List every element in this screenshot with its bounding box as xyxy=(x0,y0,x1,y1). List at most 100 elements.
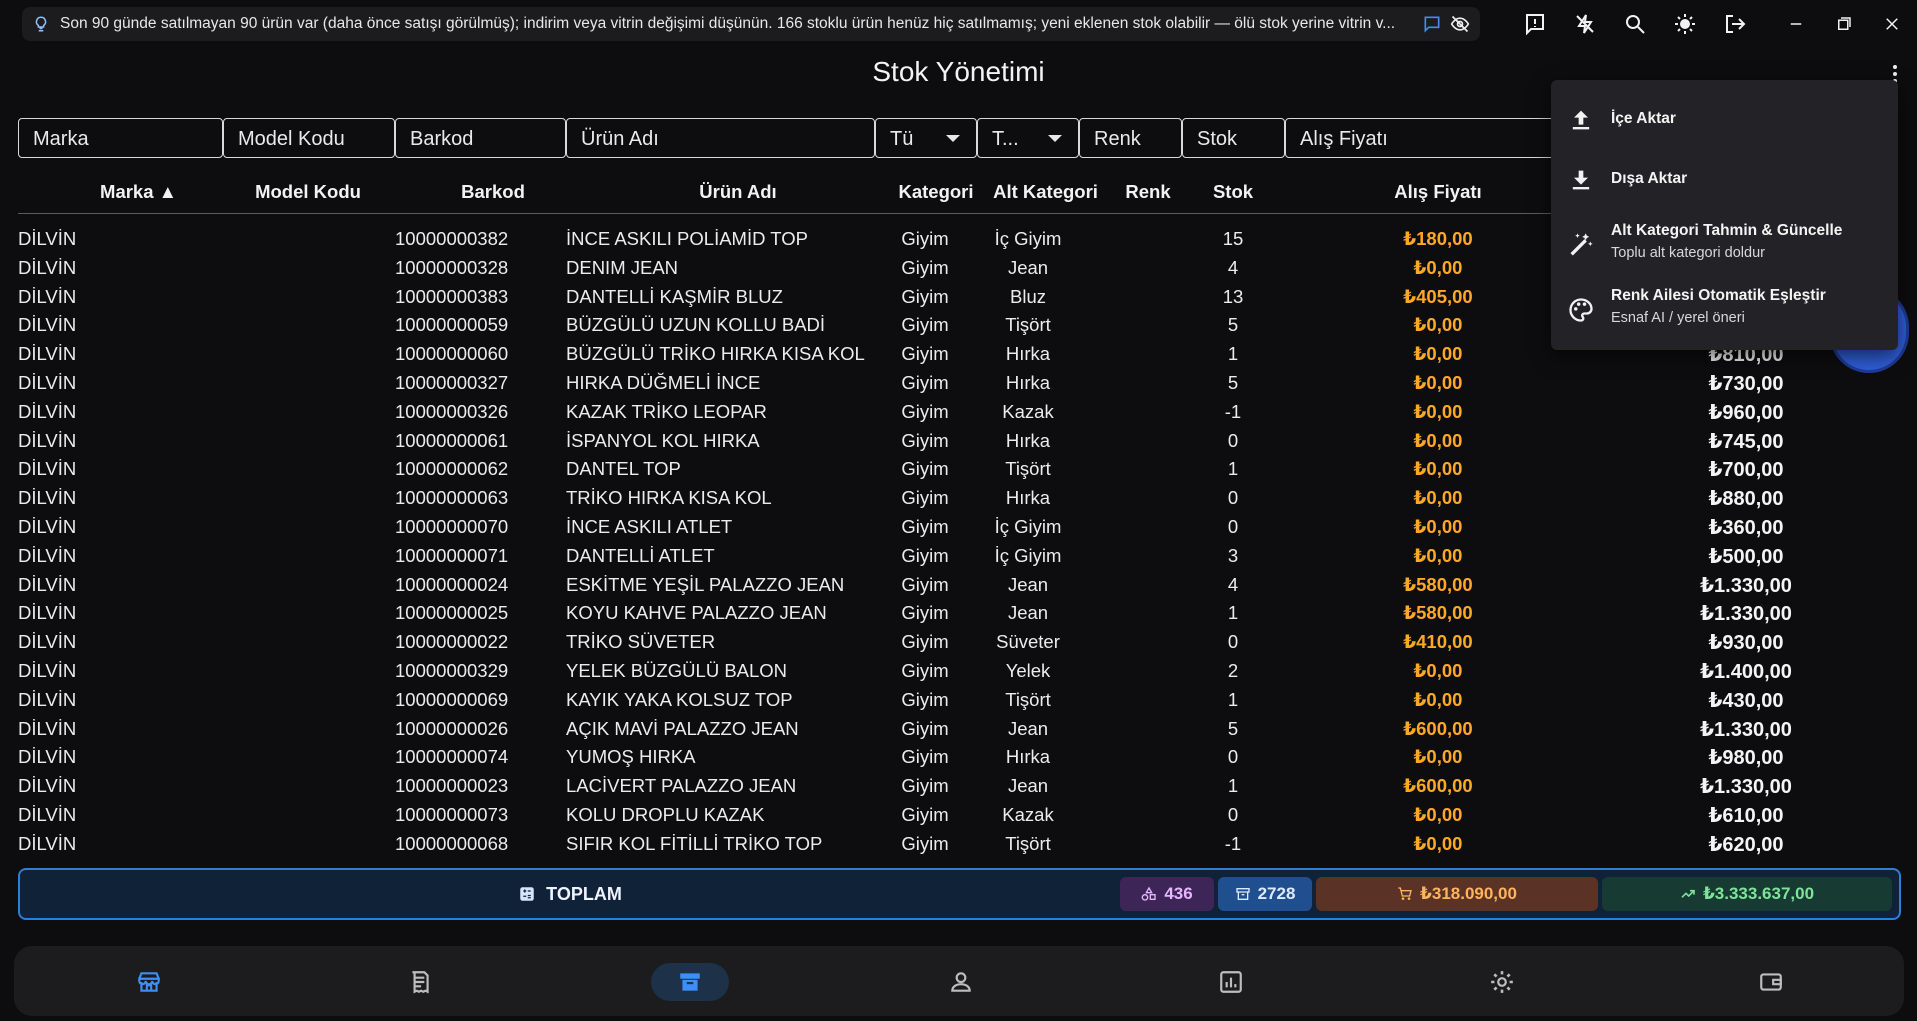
cell-barkod: 10000000068 xyxy=(395,832,509,854)
cell-marka: DİLVİN xyxy=(18,660,77,681)
top-bar: Son 90 günde satılmayan 90 ürün var (dah… xyxy=(0,0,1917,48)
col-header-model-kodu[interactable]: Model Kodu xyxy=(228,181,388,203)
cell-alt-kategori: Yelek xyxy=(1005,660,1051,681)
cell-urun-adi: DANTELLİ ATLET xyxy=(566,544,715,566)
minimize-button[interactable] xyxy=(1772,10,1820,38)
table-row[interactable]: DİLVİN 10000000026 AÇIK MAVİ PALAZZO JEAN G… xyxy=(0,715,1917,744)
table-row[interactable]: DİLVİN 10000000326 KAZAK TRİKO LEOPAR Giyim… xyxy=(0,398,1917,427)
menu-item-import[interactable]: İçe Aktar xyxy=(1551,100,1898,140)
flash-off-button[interactable] xyxy=(1560,10,1610,38)
archive-icon xyxy=(680,973,700,991)
col-header-barkod[interactable]: Barkod xyxy=(408,181,578,203)
table-row[interactable]: DİLVİN 10000000071 DANTELLİ ATLET Giyim İç G… xyxy=(0,542,1917,571)
cell-marka: DİLVİN xyxy=(18,804,77,825)
col-header-stok[interactable]: Stok xyxy=(1183,181,1283,203)
menu-item-export[interactable]: Dışa Aktar xyxy=(1551,160,1898,200)
filter-marka[interactable]: Marka xyxy=(18,118,223,158)
table-row[interactable]: DİLVİN 10000000063 TRİKO HIRKA KISA KOL Giy… xyxy=(0,484,1917,513)
feedback-button[interactable] xyxy=(1510,10,1560,38)
cell-stok: 15 xyxy=(1222,228,1244,249)
nav-store[interactable] xyxy=(110,963,188,1001)
table-row[interactable]: DİLVİN 10000000023 LACİVERT PALAZZO JEAN Gi… xyxy=(0,772,1917,801)
nav-wallet[interactable] xyxy=(1732,963,1810,1001)
cell-urun-adi: SIFIR KOL FİTİLLİ TRİKO TOP xyxy=(566,832,823,854)
table-row[interactable]: DİLVİN 10000000025 KOYU KAHVE PALAZZO JEAN… xyxy=(0,599,1917,628)
filter-barkod[interactable]: Barkod xyxy=(395,118,566,158)
cell-alis-fiyati: ₺580,00 xyxy=(1403,602,1473,624)
cell-alis-fiyati: ₺0,00 xyxy=(1413,487,1463,509)
nav-reports[interactable] xyxy=(1192,963,1270,1001)
col-header-kategori[interactable]: Kategori xyxy=(886,181,986,203)
nav-receipts[interactable] xyxy=(381,963,459,1001)
cell-marka: DİLVİN xyxy=(18,631,77,653)
table-row[interactable]: DİLVİN 10000000069 KAYIK YAKA KOLSUZ TOP Gi… xyxy=(0,686,1917,715)
cell-stok: 0 xyxy=(1227,804,1239,825)
col-header-urun-adi[interactable]: Ürün Adı xyxy=(568,181,908,203)
cell-barkod: 10000000022 xyxy=(395,631,509,653)
cell-satis-fiyati: ₺1.330,00 xyxy=(1700,718,1792,741)
table-row[interactable]: DİLVİN 10000000329 YELEK BÜZGÜLÜ BALON Giyi… xyxy=(0,657,1917,686)
logout-button[interactable] xyxy=(1710,10,1760,38)
theme-toggle-button[interactable] xyxy=(1660,10,1710,38)
menu-item-import-label: İçe Aktar xyxy=(1611,110,1676,127)
cell-barkod: 10000000026 xyxy=(395,717,509,739)
cell-kategori: Giyim xyxy=(901,746,949,768)
table-row[interactable]: DİLVİN 10000000062 DANTEL TOP Giyim Tişört 1 ₺… xyxy=(0,455,1917,484)
filter-alis-fiyati[interactable]: Alış Fiyatı xyxy=(1285,118,1557,158)
table-row[interactable]: DİLVİN 10000000061 İSPANYOL KOL HIRKA Giyim… xyxy=(0,427,1917,456)
filter-kategori-dropdown[interactable]: Tü xyxy=(875,118,977,158)
cell-urun-adi: KOLU DROPLU KAZAK xyxy=(566,804,765,825)
nav-stock[interactable] xyxy=(651,963,729,1001)
cell-satis-fiyati: ₺1.330,00 xyxy=(1700,603,1792,626)
minimize-icon xyxy=(1790,23,1802,25)
cell-marka: DİLVİN xyxy=(18,285,77,307)
comment-icon[interactable] xyxy=(1422,14,1442,34)
table-row[interactable]: DİLVİN 10000000327 HIRKA DÜĞMELİ İNCE Giyim… xyxy=(0,369,1917,398)
cell-barkod: 10000000327 xyxy=(395,372,509,393)
col-header-alis-fiyati[interactable]: Alış Fiyatı xyxy=(1338,181,1538,203)
cell-alis-fiyati: ₺405,00 xyxy=(1403,285,1473,307)
menu-item-subcategory-predict[interactable]: Alt Kategori Tahmin & Güncelle Toplu alt… xyxy=(1551,220,1898,270)
cell-stok: -1 xyxy=(1224,832,1242,854)
filter-model-kodu[interactable]: Model Kodu xyxy=(223,118,395,158)
nav-settings[interactable] xyxy=(1463,963,1541,1001)
cell-barkod: 10000000024 xyxy=(395,573,509,595)
cell-alt-kategori: Jean xyxy=(1007,256,1049,278)
cell-satis-fiyati: ₺980,00 xyxy=(1708,747,1784,770)
stock-count-value: 2728 xyxy=(1257,884,1296,903)
maximize-button[interactable] xyxy=(1820,10,1868,38)
tip-banner[interactable]: Son 90 günde satılmayan 90 ürün var (dah… xyxy=(22,7,1480,41)
table-row[interactable]: DİLVİN 10000000070 İNCE ASKILI ATLET Giyim İ… xyxy=(0,513,1917,542)
table-row[interactable]: DİLVİN 10000000073 KOLU DROPLU KAZAK Giyim K… xyxy=(0,801,1917,830)
close-button[interactable] xyxy=(1868,10,1916,38)
search-scan-button[interactable] xyxy=(1610,10,1660,38)
cell-marka: DİLVİN xyxy=(18,775,77,797)
filter-renk[interactable]: Renk xyxy=(1079,118,1182,158)
col-header-marka[interactable]: Marka ▲ xyxy=(66,181,211,203)
palette-icon xyxy=(1569,298,1593,322)
cell-alis-fiyati: ₺410,00 xyxy=(1403,631,1473,653)
purchase-total-value: ₺318.090,00 xyxy=(1420,884,1517,903)
table-row[interactable]: DİLVİN 10000000024 ESKİTME YEŞİL PALAZZO J… xyxy=(0,571,1917,600)
eye-off-icon[interactable] xyxy=(1450,14,1470,34)
nav-customers[interactable] xyxy=(922,963,1000,1001)
menu-item-color-family-match[interactable]: Renk Ailesi Otomatik Eşleştir Esnaf AI /… xyxy=(1551,285,1898,335)
cell-urun-adi: TRİKO HIRKA KISA KOL xyxy=(566,487,772,509)
cell-alis-fiyati: ₺0,00 xyxy=(1413,688,1463,710)
filter-urun-adi[interactable]: Ürün Adı xyxy=(566,118,875,158)
chevron-down-icon xyxy=(946,135,960,142)
filter-alt-kategori-dropdown[interactable]: T... xyxy=(977,118,1079,158)
cell-alis-fiyati: ₺0,00 xyxy=(1413,372,1463,393)
table-row[interactable]: DİLVİN 10000000068 SIFIR KOL FİTİLLİ TRİKO… xyxy=(0,830,1917,859)
cell-satis-fiyati: ₺500,00 xyxy=(1708,545,1784,568)
table-row[interactable]: DİLVİN 10000000022 TRİKO SÜVETER Giyim Süvet… xyxy=(0,628,1917,657)
table-row[interactable]: DİLVİN 10000000074 YUMOŞ HIRKA Giyim Hırka 0 ₺… xyxy=(0,743,1917,772)
cell-alt-kategori: Tişört xyxy=(1005,314,1051,336)
cell-marka: DİLVİN xyxy=(18,228,77,249)
lightbulb-icon xyxy=(35,16,47,32)
col-header-alt-kategori[interactable]: Alt Kategori xyxy=(973,181,1118,203)
cell-barkod: 10000000061 xyxy=(395,429,509,451)
filter-stok[interactable]: Stok xyxy=(1182,118,1285,158)
cell-barkod: 10000000063 xyxy=(395,487,509,509)
cell-alt-kategori: Tişört xyxy=(1005,832,1051,854)
